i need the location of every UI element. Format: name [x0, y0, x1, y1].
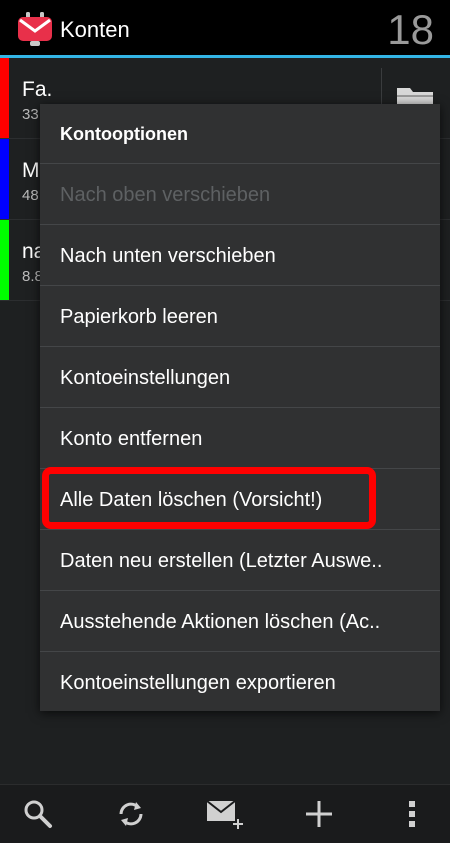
menu-item-empty-trash[interactable]: Papierkorb leeren — [40, 287, 440, 347]
refresh-button[interactable] — [101, 785, 161, 843]
menu-title: Kontooptionen — [40, 104, 440, 164]
account-name: Fa. — [22, 78, 53, 101]
account-name: M — [22, 159, 40, 182]
compose-icon — [206, 800, 243, 829]
menu-item-recreate-data[interactable]: Daten neu erstellen (Letzter Auswe.. — [40, 531, 440, 591]
menu-item-move-down[interactable]: Nach unten verschieben — [40, 226, 440, 286]
app-title: Konten — [60, 17, 130, 42]
search-icon — [24, 800, 52, 828]
app-logo-icon[interactable] — [18, 12, 52, 46]
action-bar: Konten 18 — [0, 0, 450, 58]
bottom-action-bar — [0, 784, 450, 843]
menu-item-clear-all-data[interactable]: Alle Daten löschen (Vorsicht!) — [40, 470, 440, 530]
refresh-icon — [119, 802, 143, 826]
menu-item-remove-account[interactable]: Konto entfernen — [40, 409, 440, 469]
account-color-indicator — [0, 220, 9, 300]
overflow-icon — [409, 801, 415, 827]
menu-item-account-settings[interactable]: Kontoeinstellungen — [40, 348, 440, 408]
add-account-button[interactable] — [289, 785, 349, 843]
add-icon — [306, 801, 332, 827]
account-unread: 33 — [22, 106, 39, 123]
compose-button[interactable] — [195, 785, 255, 843]
search-button[interactable] — [8, 785, 68, 843]
menu-item-export-settings[interactable]: Kontoeinstellungen exportieren — [40, 653, 440, 713]
account-options-menu: Kontooptionen Nach oben verschieben Nach… — [40, 104, 440, 711]
menu-item-move-up: Nach oben verschieben — [40, 165, 440, 225]
account-color-indicator — [0, 139, 9, 219]
unread-count: 18 — [387, 6, 434, 53]
overflow-menu-button[interactable] — [382, 785, 442, 843]
menu-item-clear-pending-actions[interactable]: Ausstehende Aktionen löschen (Ac.. — [40, 592, 440, 652]
account-unread: 48 — [22, 187, 39, 204]
account-color-indicator — [0, 58, 9, 138]
